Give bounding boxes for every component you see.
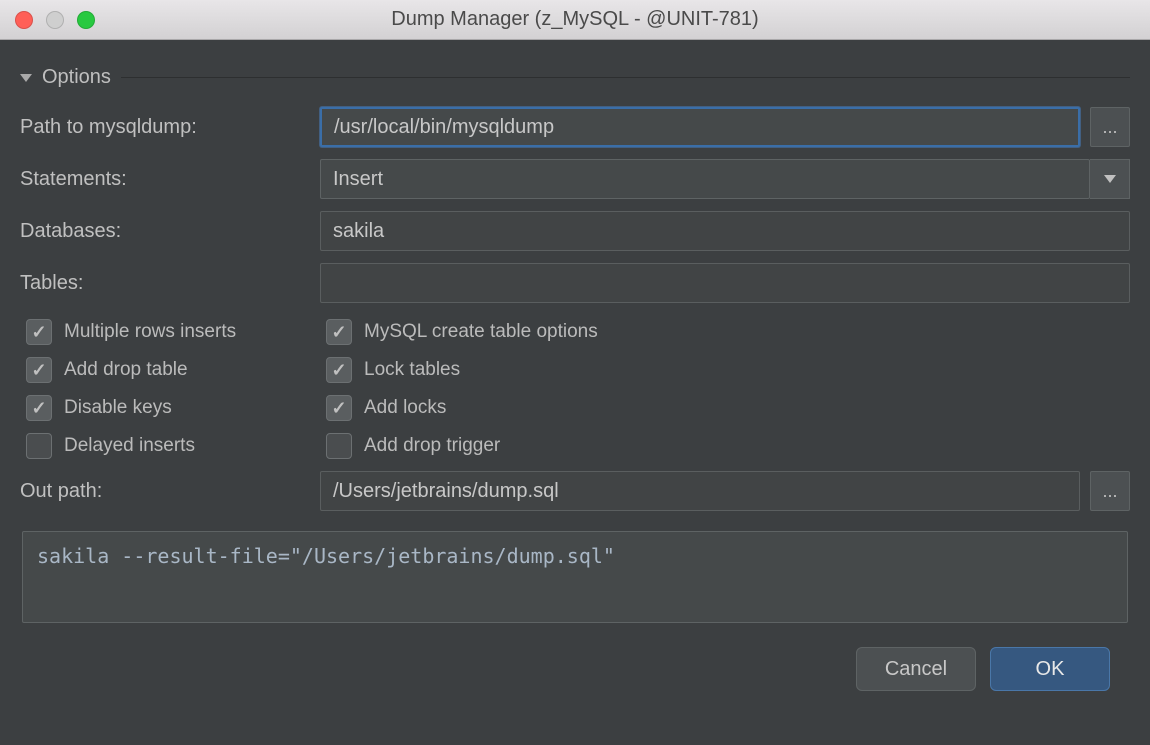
outpath-label: Out path: <box>20 480 320 503</box>
window-controls <box>0 11 95 29</box>
checkbox-icon: ✓ <box>26 357 52 383</box>
checkbox-label: Delayed inserts <box>64 435 195 457</box>
checkbox-label: Lock tables <box>364 359 460 381</box>
close-window-icon[interactable] <box>15 11 33 29</box>
mysql-create-table-checkbox[interactable]: ✓ MySQL create table options <box>320 319 1130 345</box>
checkbox-icon: ✓ <box>26 395 52 421</box>
minimize-window-icon <box>46 11 64 29</box>
checkbox-icon: ✓ <box>326 395 352 421</box>
divider <box>121 77 1130 78</box>
path-label: Path to mysqldump: <box>20 116 320 139</box>
titlebar: Dump Manager (z_MySQL - @UNIT-781) <box>0 0 1150 40</box>
checkbox-label: Multiple rows inserts <box>64 321 236 343</box>
add-drop-trigger-checkbox[interactable]: ✓ Add drop trigger <box>320 433 1130 459</box>
databases-label: Databases: <box>20 220 320 243</box>
statements-label: Statements: <box>20 168 320 191</box>
chevron-down-icon <box>20 74 32 82</box>
statements-select[interactable] <box>320 159 1130 199</box>
chevron-down-icon <box>1104 175 1116 183</box>
section-title: Options <box>42 66 111 89</box>
databases-input[interactable] <box>320 211 1130 251</box>
outpath-input[interactable] <box>320 471 1080 511</box>
window-title: Dump Manager (z_MySQL - @UNIT-781) <box>0 8 1150 31</box>
mysqldump-path-input[interactable] <box>320 107 1080 147</box>
browse-path-button[interactable]: ... <box>1090 107 1130 147</box>
options-section-toggle[interactable]: Options <box>20 66 1130 89</box>
disable-keys-checkbox[interactable]: ✓ Disable keys <box>20 395 320 421</box>
checkbox-label: MySQL create table options <box>364 321 598 343</box>
checkbox-icon: ✓ <box>326 433 352 459</box>
ok-button[interactable]: OK <box>990 647 1110 691</box>
delayed-inserts-checkbox[interactable]: ✓ Delayed inserts <box>20 433 320 459</box>
multiple-rows-inserts-checkbox[interactable]: ✓ Multiple rows inserts <box>20 319 320 345</box>
maximize-window-icon[interactable] <box>77 11 95 29</box>
statements-dropdown-button[interactable] <box>1090 159 1130 199</box>
add-drop-table-checkbox[interactable]: ✓ Add drop table <box>20 357 320 383</box>
statements-value[interactable] <box>320 159 1090 199</box>
add-locks-checkbox[interactable]: ✓ Add locks <box>320 395 1130 421</box>
lock-tables-checkbox[interactable]: ✓ Lock tables <box>320 357 1130 383</box>
checkbox-icon: ✓ <box>326 319 352 345</box>
checkbox-label: Add locks <box>364 397 446 419</box>
checkbox-label: Disable keys <box>64 397 172 419</box>
checkbox-label: Add drop table <box>64 359 188 381</box>
checkbox-icon: ✓ <box>26 319 52 345</box>
browse-outpath-button[interactable]: ... <box>1090 471 1130 511</box>
checkbox-icon: ✓ <box>326 357 352 383</box>
checkbox-icon: ✓ <box>26 433 52 459</box>
tables-input[interactable] <box>320 263 1130 303</box>
command-preview[interactable]: sakila --result-file="/Users/jetbrains/d… <box>22 531 1128 623</box>
tables-label: Tables: <box>20 272 320 295</box>
checkbox-label: Add drop trigger <box>364 435 500 457</box>
cancel-button[interactable]: Cancel <box>856 647 976 691</box>
